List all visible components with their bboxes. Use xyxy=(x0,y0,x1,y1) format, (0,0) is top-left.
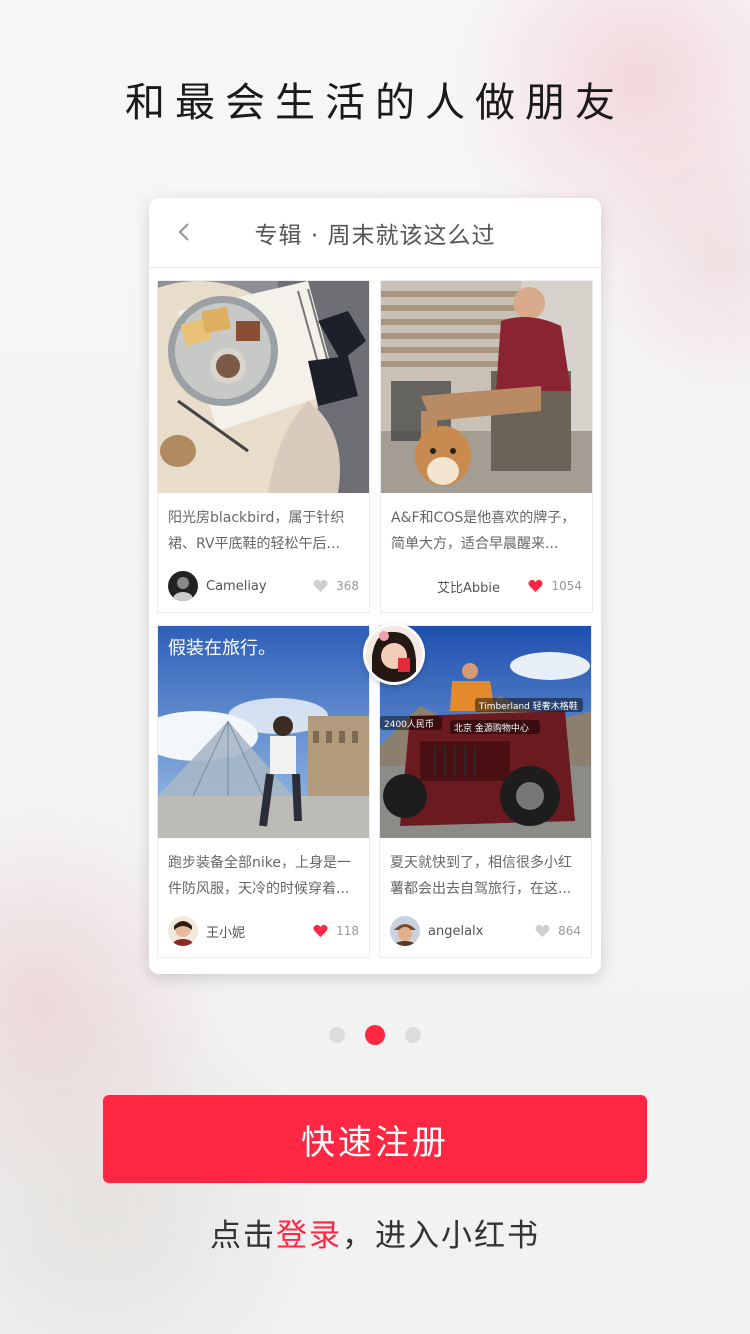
like-count[interactable]: 368 xyxy=(313,579,359,593)
like-count[interactable]: 1054 xyxy=(528,579,582,593)
login-link[interactable]: 登录 xyxy=(276,1218,342,1254)
headline: 和最会生活的人做朋友 xyxy=(125,80,625,126)
photo-price-tag: 2400人民币 xyxy=(384,719,434,730)
post-photo-brunch xyxy=(158,281,369,493)
post-meta: Cameliay 368 xyxy=(168,570,359,602)
user-avatar[interactable] xyxy=(390,916,420,946)
quick-register-button[interactable]: 快速注册 xyxy=(103,1095,647,1183)
login-prompt: 点击登录，进入小红书 xyxy=(0,1210,750,1255)
card-header: 专辑 · 周末就该这么过 xyxy=(149,198,601,268)
heart-icon xyxy=(535,924,550,937)
post-card[interactable]: A&F和COS是他喜欢的牌子，简单大方，适合早晨醒来... 艾比Abbie 10… xyxy=(380,280,593,613)
photo-caption: 假装在旅行。 xyxy=(168,638,276,659)
login-prefix: 点击 xyxy=(210,1218,276,1254)
back-arrow-icon[interactable] xyxy=(175,222,195,242)
user-avatar[interactable] xyxy=(168,571,198,601)
post-description: 阳光房blackbird，属于针织裙、RV平底鞋的轻松午后... xyxy=(168,510,345,552)
album-title: 专辑 · 周末就该这么过 xyxy=(254,222,496,249)
post-card[interactable]: 阳光房blackbird，属于针织裙、RV平底鞋的轻松午后... Camelia… xyxy=(157,280,370,613)
post-meta: 艾比Abbie 1054 xyxy=(391,570,582,602)
page-dot[interactable] xyxy=(329,1027,345,1043)
like-count-value: 118 xyxy=(336,924,359,938)
like-count[interactable]: 864 xyxy=(535,924,581,938)
heart-filled-icon xyxy=(313,924,328,937)
username[interactable]: Cameliay xyxy=(206,579,313,594)
photo-brand-tag: Timberland 轻奢木格鞋 xyxy=(478,700,578,712)
username[interactable]: 王小妮 xyxy=(206,922,313,941)
username[interactable]: angelalx xyxy=(428,924,535,939)
post-card[interactable]: 假装在旅行。 跑步装备全部nike，上身是一件防风服，天冷的时候穿着... 王小… xyxy=(157,625,370,958)
like-count-value: 1054 xyxy=(551,579,582,593)
post-photo-cafe xyxy=(381,281,592,493)
like-count[interactable]: 118 xyxy=(313,924,359,938)
post-description: A&F和COS是他喜欢的牌子，简单大方，适合早晨醒来... xyxy=(391,510,576,552)
username[interactable]: 艾比Abbie xyxy=(437,577,528,596)
featured-user-avatar[interactable] xyxy=(363,623,425,685)
page-dot[interactable] xyxy=(405,1027,421,1043)
post-description: 跑步装备全部nike，上身是一件防风服，天冷的时候穿着... xyxy=(168,855,351,897)
photo-location-tag: 北京 金源购物中心 xyxy=(454,722,529,734)
heart-icon xyxy=(313,579,328,592)
login-suffix: ，进入小红书 xyxy=(342,1218,540,1254)
preview-card: 专辑 · 周末就该这么过 阳光房blackbird，属于针织裙、RV平底鞋的轻松… xyxy=(149,198,601,974)
pagination-dots xyxy=(0,1025,750,1045)
post-grid: 阳光房blackbird，属于针织裙、RV平底鞋的轻松午后... Camelia… xyxy=(157,280,593,960)
heart-filled-icon xyxy=(528,579,543,592)
like-count-value: 864 xyxy=(558,924,581,938)
post-meta: angelalx 864 xyxy=(390,915,581,947)
like-count-value: 368 xyxy=(336,579,359,593)
user-avatar[interactable] xyxy=(168,916,198,946)
page-dot-active[interactable] xyxy=(365,1025,385,1045)
post-meta: 王小妮 118 xyxy=(168,915,359,947)
post-description: 夏天就快到了，相信很多小红薯都会出去自驾旅行，在这... xyxy=(390,855,572,897)
post-photo-louvre: 假装在旅行。 xyxy=(158,626,369,838)
